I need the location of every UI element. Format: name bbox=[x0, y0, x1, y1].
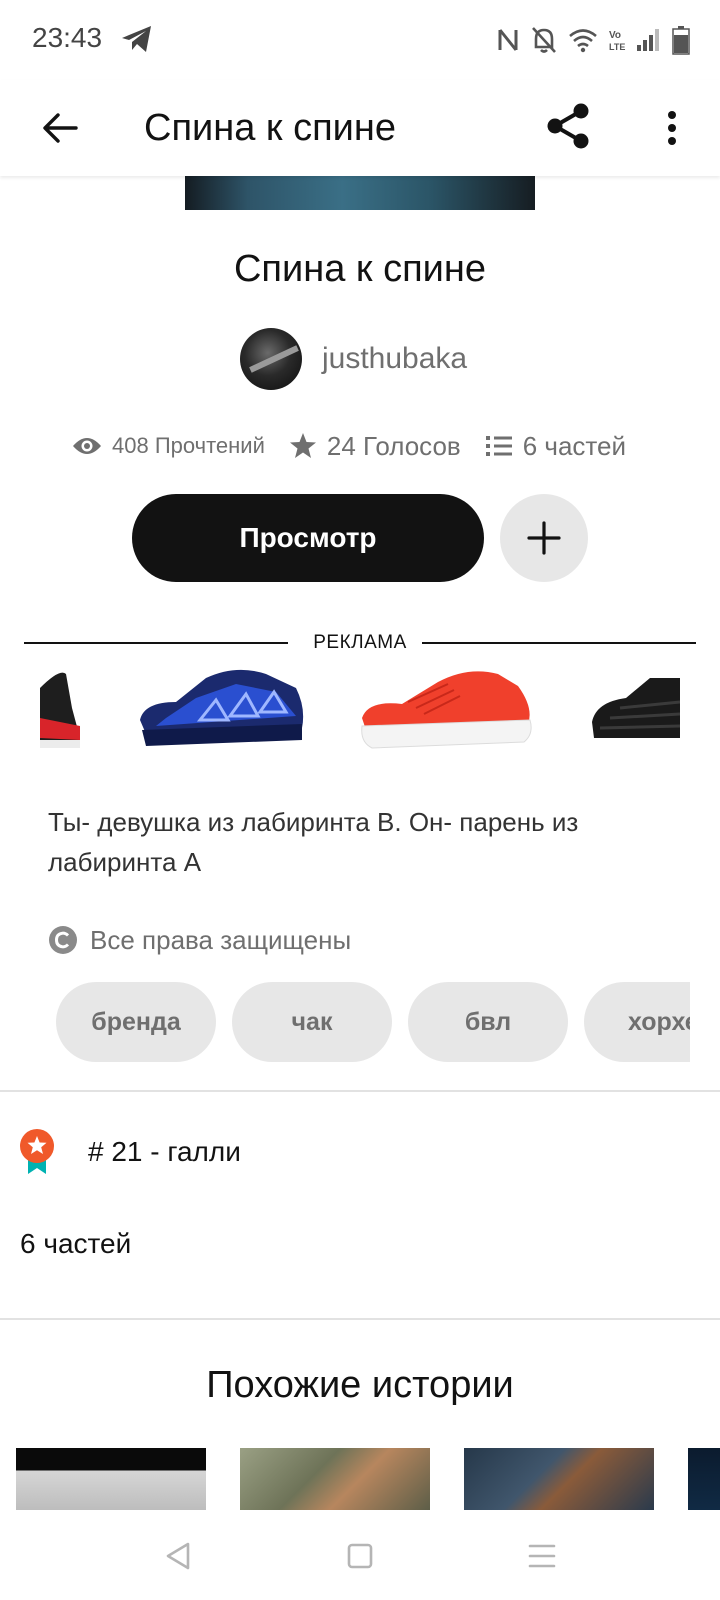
signal-icon bbox=[637, 29, 659, 51]
status-bar: 23:43 Vo LTE bbox=[0, 0, 720, 80]
ad-banner[interactable] bbox=[40, 668, 680, 768]
nav-recents-button[interactable] bbox=[512, 1532, 572, 1580]
copyright-row: Все права защищены bbox=[48, 920, 351, 960]
tag-chip[interactable]: бренда bbox=[56, 982, 216, 1062]
parts-stat: 6 частей bbox=[485, 431, 626, 462]
star-icon bbox=[289, 433, 316, 458]
ranking-text: # 21 - галли bbox=[88, 1136, 241, 1167]
add-to-library-button[interactable] bbox=[500, 494, 588, 582]
author-name[interactable]: justhubaka bbox=[322, 342, 467, 376]
system-nav-bar bbox=[0, 1512, 720, 1600]
story-description: Ты- девушка из лабиринта В. Он- парень и… bbox=[48, 807, 579, 877]
svg-text:LTE: LTE bbox=[609, 42, 625, 52]
similar-story-cover[interactable] bbox=[16, 1448, 206, 1510]
similar-story-cover[interactable] bbox=[688, 1448, 720, 1510]
copyright-text: Все права защищены bbox=[90, 924, 352, 955]
menu-recents-icon bbox=[528, 1544, 556, 1568]
telegram-icon bbox=[122, 26, 151, 52]
avatar[interactable] bbox=[240, 328, 302, 390]
wifi-icon bbox=[569, 29, 597, 53]
ad-label: РЕКЛАМА bbox=[313, 632, 407, 653]
mute-icon bbox=[532, 27, 556, 53]
square-home-icon bbox=[347, 1543, 373, 1569]
tag-chip[interactable]: чак bbox=[232, 982, 392, 1062]
ad-divider-left bbox=[24, 642, 288, 644]
author-row[interactable]: justhubaka bbox=[240, 328, 467, 390]
read-button[interactable]: Просмотр bbox=[132, 494, 484, 582]
tag-chip[interactable]: бвл bbox=[408, 982, 568, 1062]
volte-icon: Vo LTE bbox=[609, 30, 625, 52]
status-icons: Vo LTE bbox=[496, 24, 690, 56]
svg-text:Vo: Vo bbox=[609, 30, 621, 41]
reads-stat: 408 Прочтений bbox=[72, 433, 265, 459]
story-stats: 408 Прочтений 24 Голосов 6 частей bbox=[72, 424, 650, 468]
parts-count: 6 частей bbox=[522, 430, 627, 461]
blue-sneaker-image[interactable] bbox=[136, 668, 306, 758]
nav-home-button[interactable] bbox=[330, 1532, 390, 1580]
arrow-left-icon bbox=[43, 113, 78, 143]
award-badge-icon bbox=[20, 1129, 54, 1174]
page-title: Спина к спине bbox=[144, 107, 397, 149]
copyright-icon bbox=[49, 926, 77, 954]
tags-list: бренда чак бвл хорхе bbox=[56, 982, 690, 1062]
section-divider bbox=[0, 1090, 720, 1092]
similar-story-cover[interactable] bbox=[464, 1448, 654, 1510]
similar-stories-list bbox=[0, 1448, 720, 1510]
story-cover-image[interactable] bbox=[185, 176, 535, 210]
more-options-button[interactable] bbox=[644, 98, 700, 158]
ad-divider-right bbox=[422, 642, 696, 644]
plus-icon bbox=[527, 521, 561, 555]
status-time: 23:43 bbox=[32, 22, 103, 53]
red-black-sneaker-image[interactable] bbox=[40, 668, 82, 758]
share-icon bbox=[547, 103, 589, 149]
reads-count: 408 Прочтений bbox=[112, 433, 265, 458]
story-title: Спина к спине bbox=[233, 248, 487, 290]
black-sneaker-image[interactable] bbox=[590, 668, 680, 758]
share-button[interactable] bbox=[536, 94, 600, 158]
similar-stories-title: Похожие истории bbox=[206, 1364, 514, 1406]
list-icon bbox=[485, 436, 512, 456]
app-bar: Спина к спине bbox=[0, 80, 720, 176]
nfc-icon bbox=[498, 29, 518, 51]
votes-count: 24 Голосов bbox=[326, 430, 461, 461]
more-vertical-icon bbox=[668, 111, 676, 145]
battery-icon bbox=[672, 26, 690, 55]
nav-back-button[interactable] bbox=[148, 1532, 208, 1580]
ranking-row[interactable]: # 21 - галли bbox=[18, 1124, 241, 1180]
parts-summary[interactable]: 6 частей bbox=[20, 1228, 131, 1260]
triangle-back-icon bbox=[166, 1542, 190, 1570]
eye-icon bbox=[73, 438, 101, 454]
votes-stat: 24 Голосов bbox=[289, 431, 461, 462]
red-sneaker-image[interactable] bbox=[358, 668, 534, 758]
similar-story-cover[interactable] bbox=[240, 1448, 430, 1510]
tag-chip[interactable]: хорхе bbox=[584, 982, 690, 1062]
back-button[interactable] bbox=[30, 98, 90, 158]
section-divider bbox=[0, 1318, 720, 1320]
